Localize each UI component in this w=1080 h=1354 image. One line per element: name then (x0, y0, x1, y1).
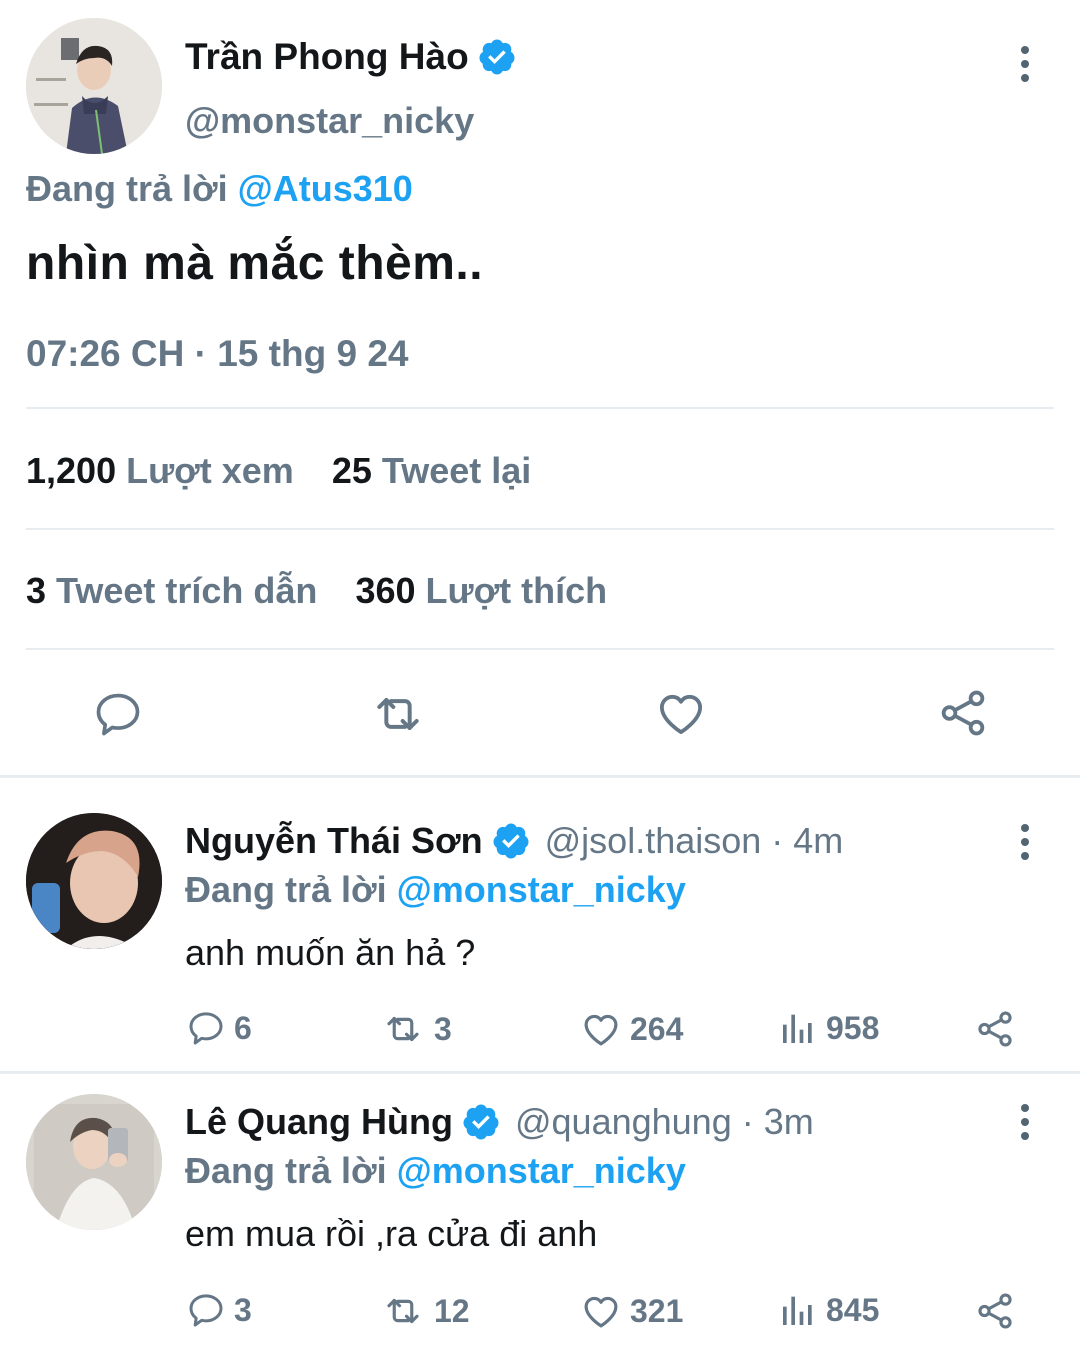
replying-prefix: Đang trả lời (185, 1150, 387, 1191)
retweet-icon (387, 1298, 419, 1324)
retweet-count: 3 (434, 1010, 452, 1047)
retweets-count: 25 (331, 450, 372, 491)
views-button[interactable]: 845 (778, 1290, 879, 1330)
reply-name-row: Nguyễn Thái Sơn @jsol.thaison · 4m (185, 820, 843, 862)
section-separator (0, 775, 1080, 778)
views-chart-icon (783, 1296, 812, 1325)
reply-name-row: Lê Quang Hùng @quanghung · 3m (185, 1101, 814, 1143)
divider (26, 407, 1054, 409)
main-tweet: Trần Phong Hào @monstar_nicky Đang trả l… (0, 0, 1080, 775)
reply-button[interactable]: 3 (186, 1290, 252, 1330)
reply-text: anh muốn ăn hả ? (185, 932, 476, 973)
like-count: 321 (630, 1292, 684, 1329)
like-icon (584, 1014, 618, 1046)
reply-author-name[interactable]: Lê Quang Hùng (185, 1101, 453, 1143)
share-button[interactable] (974, 1008, 1024, 1050)
views-count: 1,200 (26, 450, 117, 491)
like-button[interactable]: 264 (580, 1008, 683, 1050)
reply-count: 3 (234, 1291, 252, 1328)
reply-avatar[interactable] (26, 813, 162, 949)
reply-author-handle[interactable]: @quanghung · 3m (515, 1101, 814, 1143)
views-chart-icon (783, 1014, 812, 1043)
retweet-icon[interactable] (368, 686, 428, 747)
replying-to-mention[interactable]: @monstar_nicky (397, 1150, 686, 1191)
verified-badge-icon (477, 37, 517, 77)
reply-avatar[interactable] (26, 1094, 162, 1230)
retweet-button[interactable]: 3 (380, 1008, 452, 1050)
reply-replying-to: Đang trả lời @monstar_nicky (185, 869, 686, 911)
share-icon (978, 1011, 1012, 1047)
replying-to-mention[interactable]: @monstar_nicky (397, 869, 686, 910)
like-icon (584, 1296, 618, 1328)
section-separator (0, 1071, 1080, 1074)
retweet-button[interactable]: 12 (380, 1290, 470, 1332)
reply-replying-to: Đang trả lời @monstar_nicky (185, 1150, 686, 1192)
more-options-icon[interactable] (1015, 1104, 1035, 1144)
likes-stat[interactable]: 360 Lượt thích (355, 570, 607, 611)
view-count: 845 (826, 1291, 880, 1328)
reply-author-photo (26, 813, 162, 949)
more-options-icon[interactable] (1015, 824, 1035, 864)
verified-badge-icon (461, 1102, 501, 1142)
reply-author-photo (26, 1094, 162, 1230)
reply-author-handle[interactable]: @jsol.thaison · 4m (545, 820, 844, 862)
reply-icon (189, 1012, 223, 1045)
stats-row-2: 3 Tweet trích dẫn 360 Lượt thích (26, 570, 607, 612)
views-button[interactable]: 958 (778, 1008, 879, 1048)
retweet-count: 12 (434, 1292, 470, 1329)
like-count: 264 (630, 1010, 684, 1047)
like-icon[interactable] (654, 686, 708, 745)
reply-button[interactable]: 6 (186, 1008, 252, 1048)
view-count: 958 (826, 1009, 880, 1046)
share-icon (978, 1293, 1012, 1329)
more-options-icon[interactable] (1015, 46, 1035, 86)
author-photo (26, 18, 162, 154)
retweets-stat[interactable]: 25 Tweet lại (332, 450, 531, 491)
likes-label: Lượt thích (425, 570, 608, 611)
author-name[interactable]: Trần Phong Hào (185, 36, 469, 78)
author-avatar[interactable] (26, 18, 162, 154)
author-name-row: Trần Phong Hào (185, 36, 517, 78)
reply-icon[interactable] (92, 688, 144, 745)
share-button[interactable] (974, 1290, 1024, 1332)
quotes-stat[interactable]: 3 Tweet trích dẫn (26, 570, 317, 611)
replying-to: Đang trả lời @Atus310 (26, 168, 413, 210)
tweet-text: nhìn mà mắc thèm.. (26, 237, 484, 290)
replying-prefix: Đang trả lời (185, 869, 387, 910)
views-label: Lượt xem (126, 450, 294, 491)
quotes-label: Tweet trích dẫn (56, 570, 318, 611)
share-icon[interactable] (936, 686, 990, 745)
reply-author-name[interactable]: Nguyễn Thái Sơn (185, 820, 483, 862)
divider (26, 528, 1054, 530)
like-button[interactable]: 321 (580, 1290, 683, 1332)
replying-prefix: Đang trả lời (26, 168, 228, 209)
likes-count: 360 (355, 570, 416, 611)
author-handle[interactable]: @monstar_nicky (185, 100, 474, 142)
stats-row-1: 1,200 Lượt xem 25 Tweet lại (26, 450, 531, 492)
replying-to-mention[interactable]: @Atus310 (238, 168, 413, 209)
retweet-icon (387, 1016, 419, 1042)
quotes-count: 3 (26, 570, 47, 611)
reply-count: 6 (234, 1009, 252, 1046)
verified-badge-icon (491, 821, 531, 861)
reply-icon (189, 1294, 223, 1327)
retweets-label: Tweet lại (381, 450, 532, 491)
reply-text: em mua rồi ,ra cửa đi anh (185, 1213, 598, 1254)
views-stat[interactable]: 1,200 Lượt xem (26, 450, 294, 491)
divider (26, 648, 1054, 650)
tweet-timestamp[interactable]: 07:26 CH · 15 thg 9 24 (26, 333, 408, 375)
